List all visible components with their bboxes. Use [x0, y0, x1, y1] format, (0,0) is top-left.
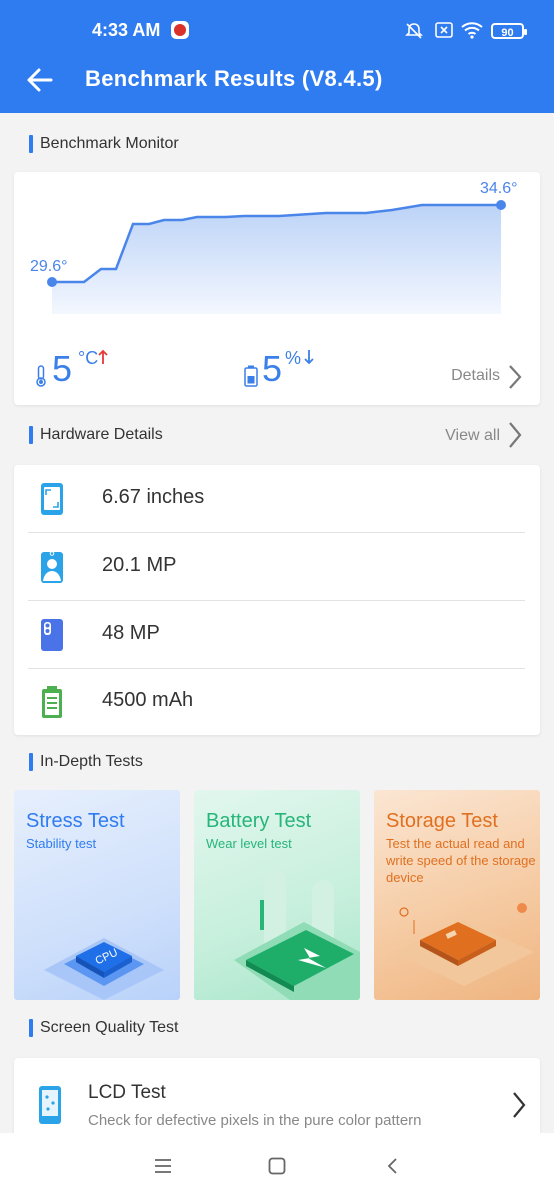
- chevron-right-icon[interactable]: [508, 421, 522, 449]
- battery-status-icon: 90: [491, 23, 527, 39]
- status-time: 4:33 AM: [92, 20, 161, 40]
- battery-test-subtitle: Wear level test: [206, 836, 292, 851]
- battery-drop-unit: %: [285, 348, 302, 368]
- thermometer-icon: [36, 365, 46, 387]
- rear-camera-icon: [41, 619, 63, 651]
- stress-test-card[interactable]: Stress Test Stability test CPU: [14, 790, 180, 1000]
- benchmark-monitor-card[interactable]: 29.6° 34.6° 5 °C 5 % Details: [14, 172, 540, 405]
- end-temp-label: 34.6°: [480, 180, 518, 197]
- home-icon[interactable]: [268, 1157, 286, 1175]
- section-title-in-depth-tests: In-Depth Tests: [29, 751, 143, 773]
- system-nav-bar: [0, 1133, 554, 1200]
- battery-test-title: Battery Test: [206, 810, 312, 832]
- hardware-row-battery: 4500 mAh: [28, 668, 525, 735]
- wifi-icon: [461, 22, 483, 39]
- hardware-details-card: 6.67 inches 20.1 MP 48 MP 4500 mAh: [14, 465, 540, 735]
- hardware-row-screen: 6.67 inches: [28, 465, 525, 533]
- battery-test-card[interactable]: Battery Test Wear level test: [194, 790, 360, 1000]
- start-temp-label: 29.6°: [30, 258, 68, 275]
- battery-icon: [42, 686, 62, 718]
- lcd-test-subtitle: Check for defective pixels in the pure c…: [88, 1112, 422, 1129]
- front-camera-icon: [41, 551, 63, 583]
- chevron-right-icon[interactable]: [512, 1091, 526, 1119]
- hardware-battery-capacity: 4500 mAh: [102, 689, 194, 711]
- cpu-chip-illustration: CPU: [44, 938, 164, 1000]
- hardware-screen-size: 6.67 inches: [102, 486, 205, 508]
- section-title-benchmark-monitor: Benchmark Monitor: [29, 133, 179, 155]
- lcd-test-icon: [39, 1086, 61, 1124]
- arrow-down-icon: [304, 350, 314, 365]
- arrow-up-icon: [98, 349, 108, 364]
- view-all-link[interactable]: View all: [445, 427, 500, 445]
- mute-bell-icon: [405, 23, 423, 39]
- lcd-test-title: LCD Test: [88, 1082, 166, 1103]
- hardware-row-rear-camera: 48 MP: [28, 601, 525, 669]
- temp-rise-value: 5: [52, 348, 73, 389]
- recent-apps-icon[interactable]: [154, 1159, 172, 1173]
- section-title-hardware-details: Hardware Details: [29, 424, 163, 446]
- temp-rise-unit: °C: [78, 348, 99, 368]
- stress-test-title: Stress Test: [26, 810, 125, 832]
- app-header: 4:33 AM 90 Benchmark Results (V8.4.5): [0, 0, 554, 113]
- back-arrow-icon[interactable]: [26, 66, 54, 94]
- app-notification-icon: [171, 21, 189, 39]
- battery-level-icon: [244, 365, 258, 387]
- hardware-row-front-camera: 20.1 MP: [28, 533, 525, 601]
- chart-start-point: [47, 277, 57, 287]
- sim-icon: [435, 22, 453, 38]
- storage-test-subtitle: Test the actual read and write speed of …: [386, 836, 536, 885]
- storage-test-title: Storage Test: [386, 810, 498, 832]
- hardware-rear-camera: 48 MP: [102, 622, 160, 644]
- battery-drop-value: 5: [262, 348, 283, 389]
- details-link[interactable]: Details: [451, 367, 500, 385]
- chevron-right-icon[interactable]: [508, 364, 522, 390]
- storage-chip-illustration: [394, 903, 534, 986]
- page-title: Benchmark Results (V8.4.5): [85, 66, 383, 91]
- nav-back-icon[interactable]: [386, 1157, 398, 1175]
- temperature-chart: [47, 200, 506, 314]
- hardware-front-camera: 20.1 MP: [102, 554, 177, 576]
- chart-end-point: [496, 200, 506, 210]
- section-title-screen-quality: Screen Quality Test: [29, 1017, 178, 1039]
- stress-test-subtitle: Stability test: [26, 836, 97, 851]
- screen-icon: [41, 483, 63, 515]
- status-bar: 4:33 AM 90: [0, 20, 554, 44]
- storage-test-card[interactable]: Storage Test Test the actual read and wr…: [374, 790, 540, 1000]
- battery-illustration: [234, 870, 360, 1000]
